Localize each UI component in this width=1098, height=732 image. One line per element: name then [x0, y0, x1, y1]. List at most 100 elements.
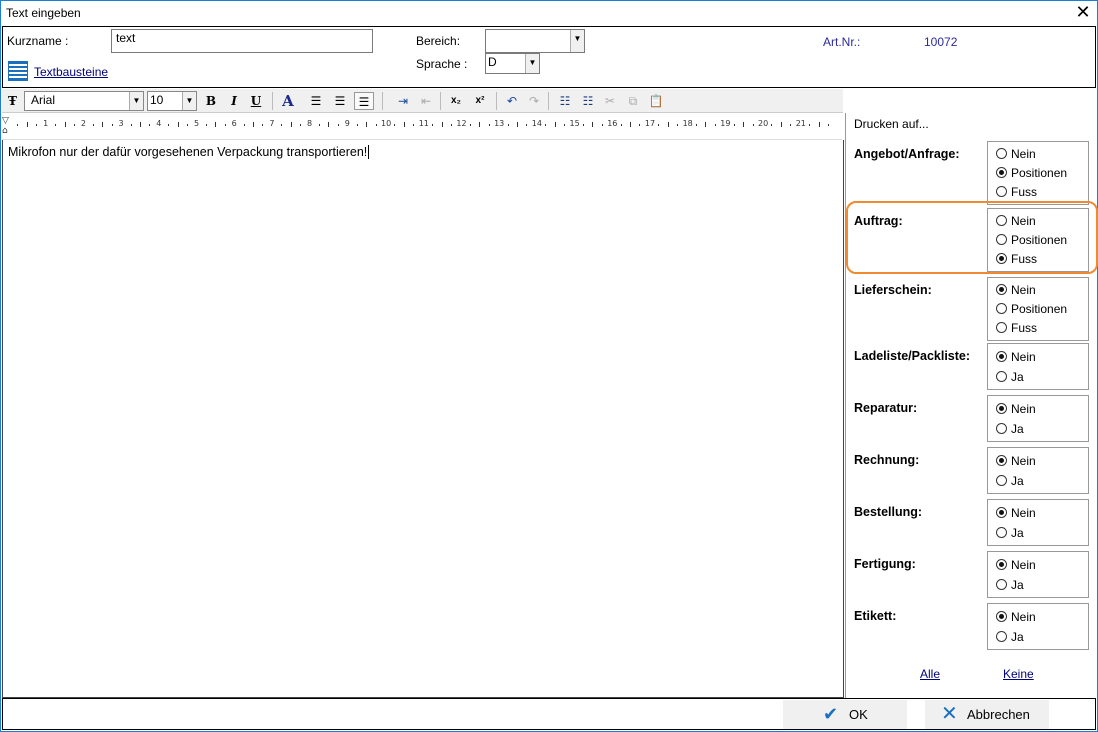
print-group-options: Nein Ja — [987, 395, 1089, 442]
indent-marker-icon[interactable]: ⌂ — [2, 126, 8, 136]
print-group-options: Nein Ja — [987, 603, 1089, 650]
undo-icon[interactable]: ↶ — [504, 92, 520, 110]
print-group-label: Reparatur: — [854, 401, 918, 415]
ruler-tick — [243, 124, 245, 126]
radio-ja[interactable]: Ja — [996, 526, 1024, 540]
ruler-tick-label: 6 — [231, 119, 237, 128]
bullet-list-icon[interactable]: ☷ — [557, 92, 573, 110]
print-group-label: Rechnung: — [854, 453, 920, 467]
indent-icon[interactable]: ⇥ — [395, 92, 411, 110]
numbered-list-icon[interactable]: ☷ — [580, 92, 596, 110]
italic-button[interactable]: I — [227, 92, 241, 110]
radio-nein[interactable]: Nein — [996, 147, 1036, 161]
bereich-select[interactable]: ▼ — [485, 29, 585, 53]
ruler-tick — [780, 122, 782, 127]
ruler-tick — [790, 124, 792, 126]
superscript-button[interactable]: x² — [472, 92, 488, 110]
indent-marker-icon[interactable]: ▽ — [2, 116, 9, 126]
print-group-options: Nein Positionen Fuss — [987, 277, 1089, 341]
radio-nein[interactable]: Nein — [996, 283, 1036, 297]
sprache-select[interactable]: D ▼ — [485, 53, 540, 74]
radio-nein[interactable]: Nein — [996, 610, 1036, 624]
radio-nein[interactable]: Nein — [996, 454, 1036, 468]
underline-button[interactable]: U — [249, 92, 263, 110]
print-group-label: Fertigung: — [854, 557, 916, 571]
ruler-tick — [564, 124, 566, 126]
chevron-down-icon: ▼ — [129, 92, 143, 110]
radio-positionen[interactable]: Positionen — [996, 302, 1067, 316]
ruler-tick — [630, 122, 632, 127]
ruler-tick — [639, 124, 641, 126]
text-editor[interactable]: Mikrofon nur der dafür vorgesehenen Verp… — [2, 140, 844, 698]
radio-ja[interactable]: Ja — [996, 630, 1024, 644]
align-center-icon[interactable]: ☰ — [308, 92, 324, 110]
radio-icon — [996, 631, 1007, 642]
redo-icon[interactable]: ↷ — [526, 92, 542, 110]
ruler-tick-label: 10 — [381, 119, 392, 128]
select-all-link[interactable]: Alle — [920, 667, 940, 681]
radio-icon — [996, 351, 1007, 362]
outdent-icon[interactable]: ⇤ — [418, 92, 434, 110]
ruler-tick — [130, 124, 132, 126]
radio-label: Ja — [1011, 370, 1024, 384]
ruler-tick — [827, 124, 829, 126]
radio-label: Ja — [1011, 630, 1024, 644]
ruler-tick — [620, 124, 622, 126]
font-select[interactable]: Arial ▼ — [24, 91, 144, 111]
radio-ja[interactable]: Ja — [996, 474, 1024, 488]
radio-icon — [996, 148, 1007, 159]
cancel-button[interactable]: ✕ Abbrechen — [925, 700, 1049, 729]
radio-icon — [996, 579, 1007, 590]
ruler-tick — [17, 124, 19, 126]
radio-ja[interactable]: Ja — [996, 422, 1024, 436]
radio-ja[interactable]: Ja — [996, 578, 1024, 592]
copy-icon[interactable]: ⧉ — [625, 92, 641, 110]
radio-fuss[interactable]: Fuss — [996, 321, 1037, 335]
paste-icon[interactable]: 📋 — [648, 92, 664, 110]
ruler-tick — [818, 122, 820, 127]
radio-positionen[interactable]: Positionen — [996, 166, 1067, 180]
radio-nein[interactable]: Nein — [996, 350, 1036, 364]
ruler-tick — [733, 124, 735, 126]
print-group-options: Nein Ja — [987, 551, 1089, 598]
align-left-icon[interactable]: ☰ — [354, 92, 374, 110]
ruler-tick — [328, 122, 330, 127]
textbausteine-link[interactable]: Textbausteine — [34, 65, 108, 79]
ruler-tick — [300, 124, 302, 126]
radio-label: Positionen — [1011, 302, 1068, 316]
radio-icon — [996, 455, 1007, 466]
ok-button[interactable]: ✔ OK — [783, 700, 907, 729]
select-none-link[interactable]: Keine — [1003, 667, 1034, 681]
ruler-tick — [187, 124, 189, 126]
font-color-button[interactable]: A — [280, 92, 296, 110]
radio-nein[interactable]: Nein — [996, 402, 1036, 416]
close-button[interactable]: ✕ — [1074, 2, 1092, 23]
size-select[interactable]: 10 ▼ — [147, 91, 197, 111]
print-group-label: Ladeliste/Packliste: — [854, 349, 971, 363]
ruler-tick — [337, 124, 339, 126]
kurzname-input[interactable]: text — [111, 29, 373, 53]
ruler-tick — [36, 124, 38, 126]
radio-fuss[interactable]: Fuss — [996, 185, 1037, 199]
radio-nein[interactable]: Nein — [996, 506, 1036, 520]
ruler-tick — [73, 124, 75, 126]
ruler-tick-label: 4 — [156, 119, 162, 128]
ruler-tick — [168, 124, 170, 126]
ruler-tick-label: 17 — [644, 119, 656, 128]
align-right-icon[interactable]: ☰ — [332, 92, 348, 110]
radio-ja[interactable]: Ja — [996, 370, 1024, 384]
bold-button[interactable]: B — [204, 92, 218, 110]
radio-nein[interactable]: Nein — [996, 558, 1036, 572]
bereich-label: Bereich: — [416, 34, 461, 48]
header-panel: Kurzname : text Textbausteine Bereich: ▼… — [2, 26, 1096, 88]
ruler-tick — [366, 122, 368, 127]
print-group-label: Lieferschein: — [854, 283, 932, 297]
ruler[interactable]: ▽ ⌂ 1 2 3 4 5 6 7 8 9 10 11 12 13 14 15 16 17 18 19 20 21 — [2, 116, 842, 140]
text-modules-icon[interactable] — [8, 61, 28, 81]
artnr-value: 10072 — [924, 35, 958, 49]
subscript-button[interactable]: x₂ — [448, 92, 464, 110]
radio-label: Fuss — [1011, 185, 1038, 199]
ruler-tick — [545, 124, 547, 126]
radio-icon — [996, 303, 1007, 314]
cut-icon[interactable]: ✂ — [602, 92, 618, 110]
